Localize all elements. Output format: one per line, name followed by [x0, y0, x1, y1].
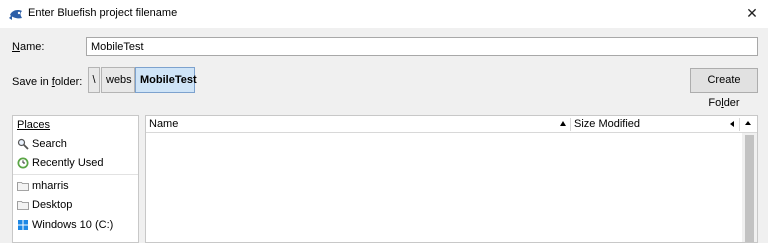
- place-item-mharris[interactable]: mharris: [13, 177, 138, 195]
- places-header: Places: [17, 119, 51, 131]
- column-header-name[interactable]: Name: [149, 118, 178, 130]
- column-header-modified: Modified: [598, 118, 641, 130]
- column-divider[interactable]: [570, 118, 571, 131]
- file-list-header: Name Size Modified: [146, 116, 757, 133]
- window-title: Enter Bluefish project filename: [28, 7, 178, 19]
- place-item-label: mharris: [32, 180, 69, 192]
- place-item-recently-used[interactable]: Recently Used: [13, 154, 138, 172]
- places-panel: Places Search Recently Used mharris Desk…: [12, 115, 139, 243]
- sort-ascending-icon[interactable]: [560, 121, 566, 126]
- folder-icon: [17, 182, 29, 191]
- path-crumb-root[interactable]: \: [88, 67, 100, 93]
- save-in-folder-label: Save in folder:: [12, 76, 82, 88]
- place-item-desktop[interactable]: Desktop: [13, 196, 138, 214]
- place-item-windows-drive[interactable]: Windows 10 (C:): [13, 216, 138, 234]
- place-item-label: Recently Used: [32, 157, 104, 169]
- name-label: Name:: [12, 41, 44, 53]
- close-icon[interactable]: ✕: [744, 5, 760, 21]
- search-icon: [17, 138, 29, 150]
- place-item-label: Windows 10 (C:): [32, 219, 114, 231]
- place-item-search[interactable]: Search: [13, 135, 138, 153]
- dialog-body: Name: Save in folder: \ webs MobileTest …: [0, 28, 768, 243]
- drive-icon: [18, 220, 28, 230]
- column-header-size-modified[interactable]: Size Modified: [574, 118, 640, 130]
- scroll-up-arrow-icon[interactable]: [745, 121, 751, 125]
- column-header-size: Size: [574, 118, 596, 130]
- bluefish-app-icon: [9, 10, 22, 20]
- folder-icon: [17, 201, 29, 210]
- create-folder-label-post: der: [723, 97, 740, 109]
- file-list-panel: Name Size Modified: [145, 115, 758, 243]
- recently-used-icon: [17, 157, 29, 169]
- path-crumb-mobiletest[interactable]: MobileTest: [135, 67, 197, 93]
- name-label-mnemonic: N: [12, 41, 20, 53]
- scroll-left-arrow-icon[interactable]: [730, 121, 734, 127]
- column-divider: [739, 118, 740, 131]
- place-item-label: Search: [32, 138, 67, 150]
- save-in-label-pre: Save in: [12, 76, 52, 88]
- vertical-scrollbar[interactable]: [742, 133, 757, 242]
- scrollbar-thumb[interactable]: [745, 135, 754, 242]
- filename-input[interactable]: [86, 37, 758, 56]
- create-folder-button[interactable]: Create Folder: [690, 68, 758, 109]
- places-separator: [13, 174, 138, 175]
- name-label-text: ame:: [19, 41, 45, 53]
- save-in-label-post: older:: [54, 76, 83, 88]
- place-item-label: Desktop: [32, 199, 73, 211]
- path-crumb-webs[interactable]: webs: [101, 67, 135, 93]
- title-bar: Enter Bluefish project filename ✕: [0, 0, 768, 28]
